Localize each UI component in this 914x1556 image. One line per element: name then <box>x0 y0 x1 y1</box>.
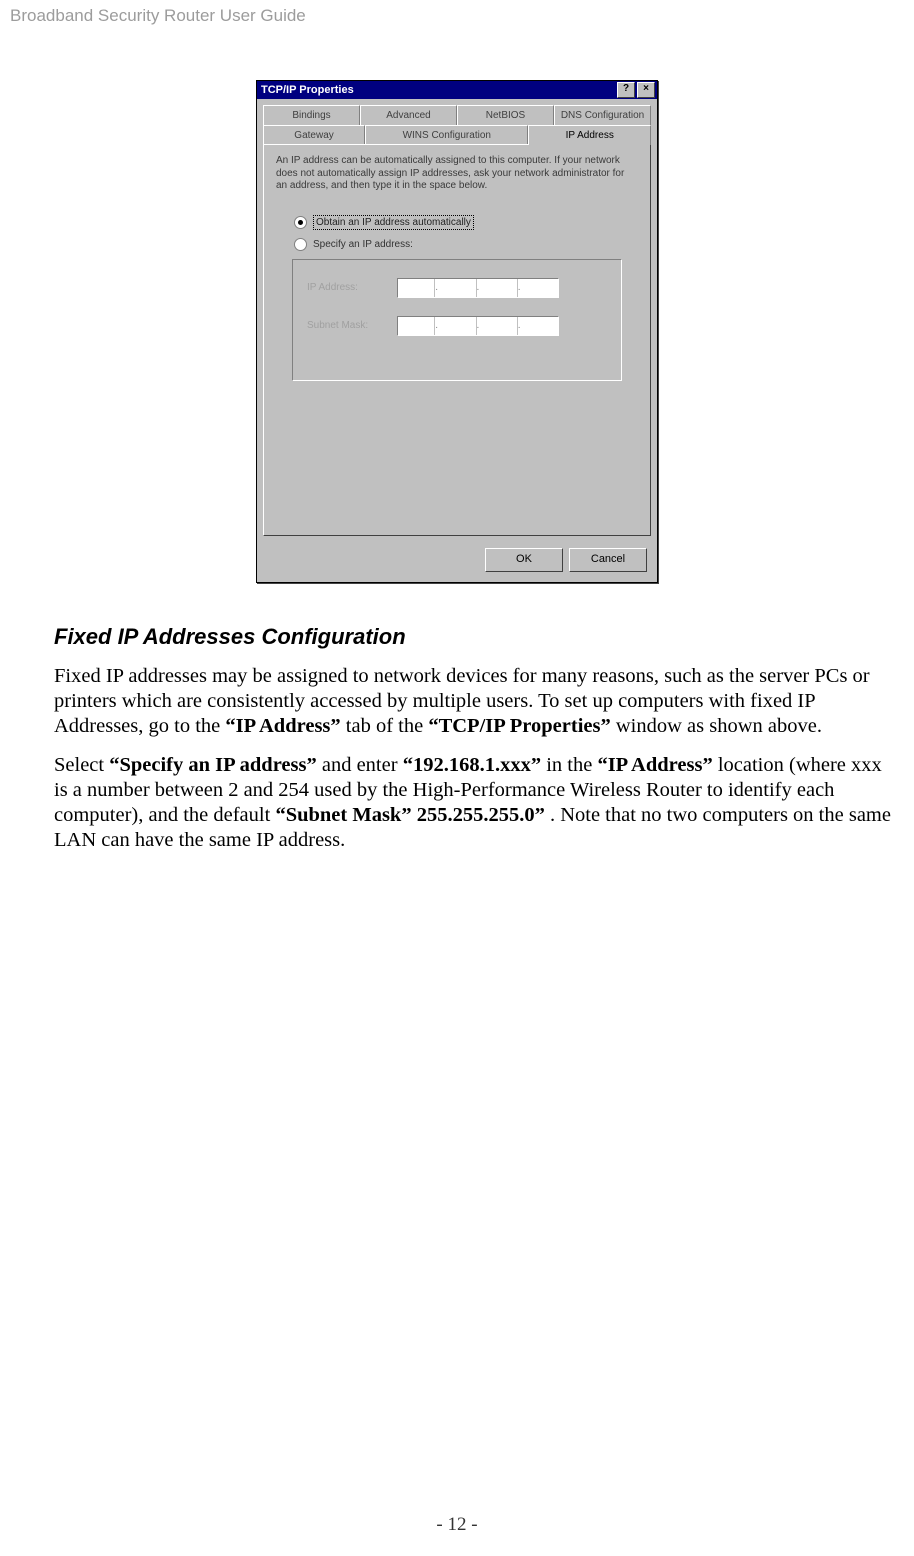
ip-seg[interactable] <box>398 317 435 335</box>
radio-circle-icon <box>294 238 307 251</box>
bold-subnet-mask: “Subnet Mask” 255.255.255.0” <box>275 804 544 826</box>
ip-address-input[interactable]: . . . <box>397 278 559 298</box>
dialog-title: TCP/IP Properties <box>261 84 354 96</box>
cancel-button[interactable]: Cancel <box>569 548 647 572</box>
radio-obtain-auto[interactable]: Obtain an IP address automatically <box>294 215 638 230</box>
tcpip-properties-dialog: TCP/IP Properties ? × Bindings Advanced … <box>256 80 658 583</box>
subnet-mask-row: Subnet Mask: . . . <box>307 316 607 336</box>
radio-circle-icon <box>294 216 307 229</box>
tab-ip-address[interactable]: IP Address <box>528 125 651 145</box>
radio-dot-icon <box>298 220 303 225</box>
ip-seg[interactable] <box>481 279 518 297</box>
subnet-mask-label: Subnet Mask: <box>307 320 397 331</box>
bold-ip-value: “192.168.1.xxx” <box>403 754 541 776</box>
text: tab of the <box>346 715 429 737</box>
section-heading: Fixed IP Addresses Configuration <box>54 624 894 650</box>
text: and enter <box>322 754 403 776</box>
bold-ip-address-loc: “IP Address” <box>597 754 712 776</box>
ip-seg[interactable] <box>522 317 558 335</box>
help-button[interactable]: ? <box>617 82 635 98</box>
page-header: Broadband Security Router User Guide <box>10 6 306 26</box>
ok-button[interactable]: OK <box>485 548 563 572</box>
bold-specify-ip: “Specify an IP address” <box>109 754 317 776</box>
ip-seg[interactable] <box>439 317 476 335</box>
subnet-mask-input[interactable]: . . . <box>397 316 559 336</box>
ip-address-panel: An IP address can be automatically assig… <box>263 144 651 536</box>
ip-address-label: IP Address: <box>307 282 397 293</box>
close-button[interactable]: × <box>637 82 655 98</box>
tab-wins-configuration[interactable]: WINS Configuration <box>365 125 528 145</box>
ip-seg[interactable] <box>398 279 435 297</box>
tabs-area: Bindings Advanced NetBIOS DNS Configurat… <box>257 99 657 542</box>
tab-bindings[interactable]: Bindings <box>263 105 360 125</box>
tab-row-front: Gateway WINS Configuration IP Address <box>263 125 651 145</box>
text: Select <box>54 754 109 776</box>
document-body: Fixed IP Addresses Configuration Fixed I… <box>54 624 894 867</box>
text: window as shown above. <box>616 715 822 737</box>
tab-netbios[interactable]: NetBIOS <box>457 105 554 125</box>
page-number: - 12 - <box>0 1514 914 1536</box>
panel-description: An IP address can be automatically assig… <box>276 155 638 193</box>
tab-dns-configuration[interactable]: DNS Configuration <box>554 105 651 125</box>
radio-specify-label: Specify an IP address: <box>313 239 413 250</box>
ip-seg[interactable] <box>522 279 558 297</box>
text: in the <box>546 754 597 776</box>
bold-tcpip-properties: “TCP/IP Properties” <box>428 715 610 737</box>
tab-row-back: Bindings Advanced NetBIOS DNS Configurat… <box>263 105 651 125</box>
bold-ip-address: “IP Address” <box>225 715 340 737</box>
ip-seg[interactable] <box>481 317 518 335</box>
ip-seg[interactable] <box>439 279 476 297</box>
dialog-titlebar: TCP/IP Properties ? × <box>257 81 657 99</box>
paragraph-1: Fixed IP addresses may be assigned to ne… <box>54 664 894 739</box>
radio-specify[interactable]: Specify an IP address: <box>294 238 638 251</box>
paragraph-2: Select “Specify an IP address” and enter… <box>54 753 894 853</box>
ip-address-row: IP Address: . . . <box>307 278 607 298</box>
ip-fields-group: IP Address: . . . Subnet Mask: . . . <box>292 259 622 381</box>
radio-auto-label: Obtain an IP address automatically <box>313 215 474 230</box>
dialog-button-bar: OK Cancel <box>257 542 657 582</box>
tab-advanced[interactable]: Advanced <box>360 105 457 125</box>
tab-gateway[interactable]: Gateway <box>263 125 365 145</box>
